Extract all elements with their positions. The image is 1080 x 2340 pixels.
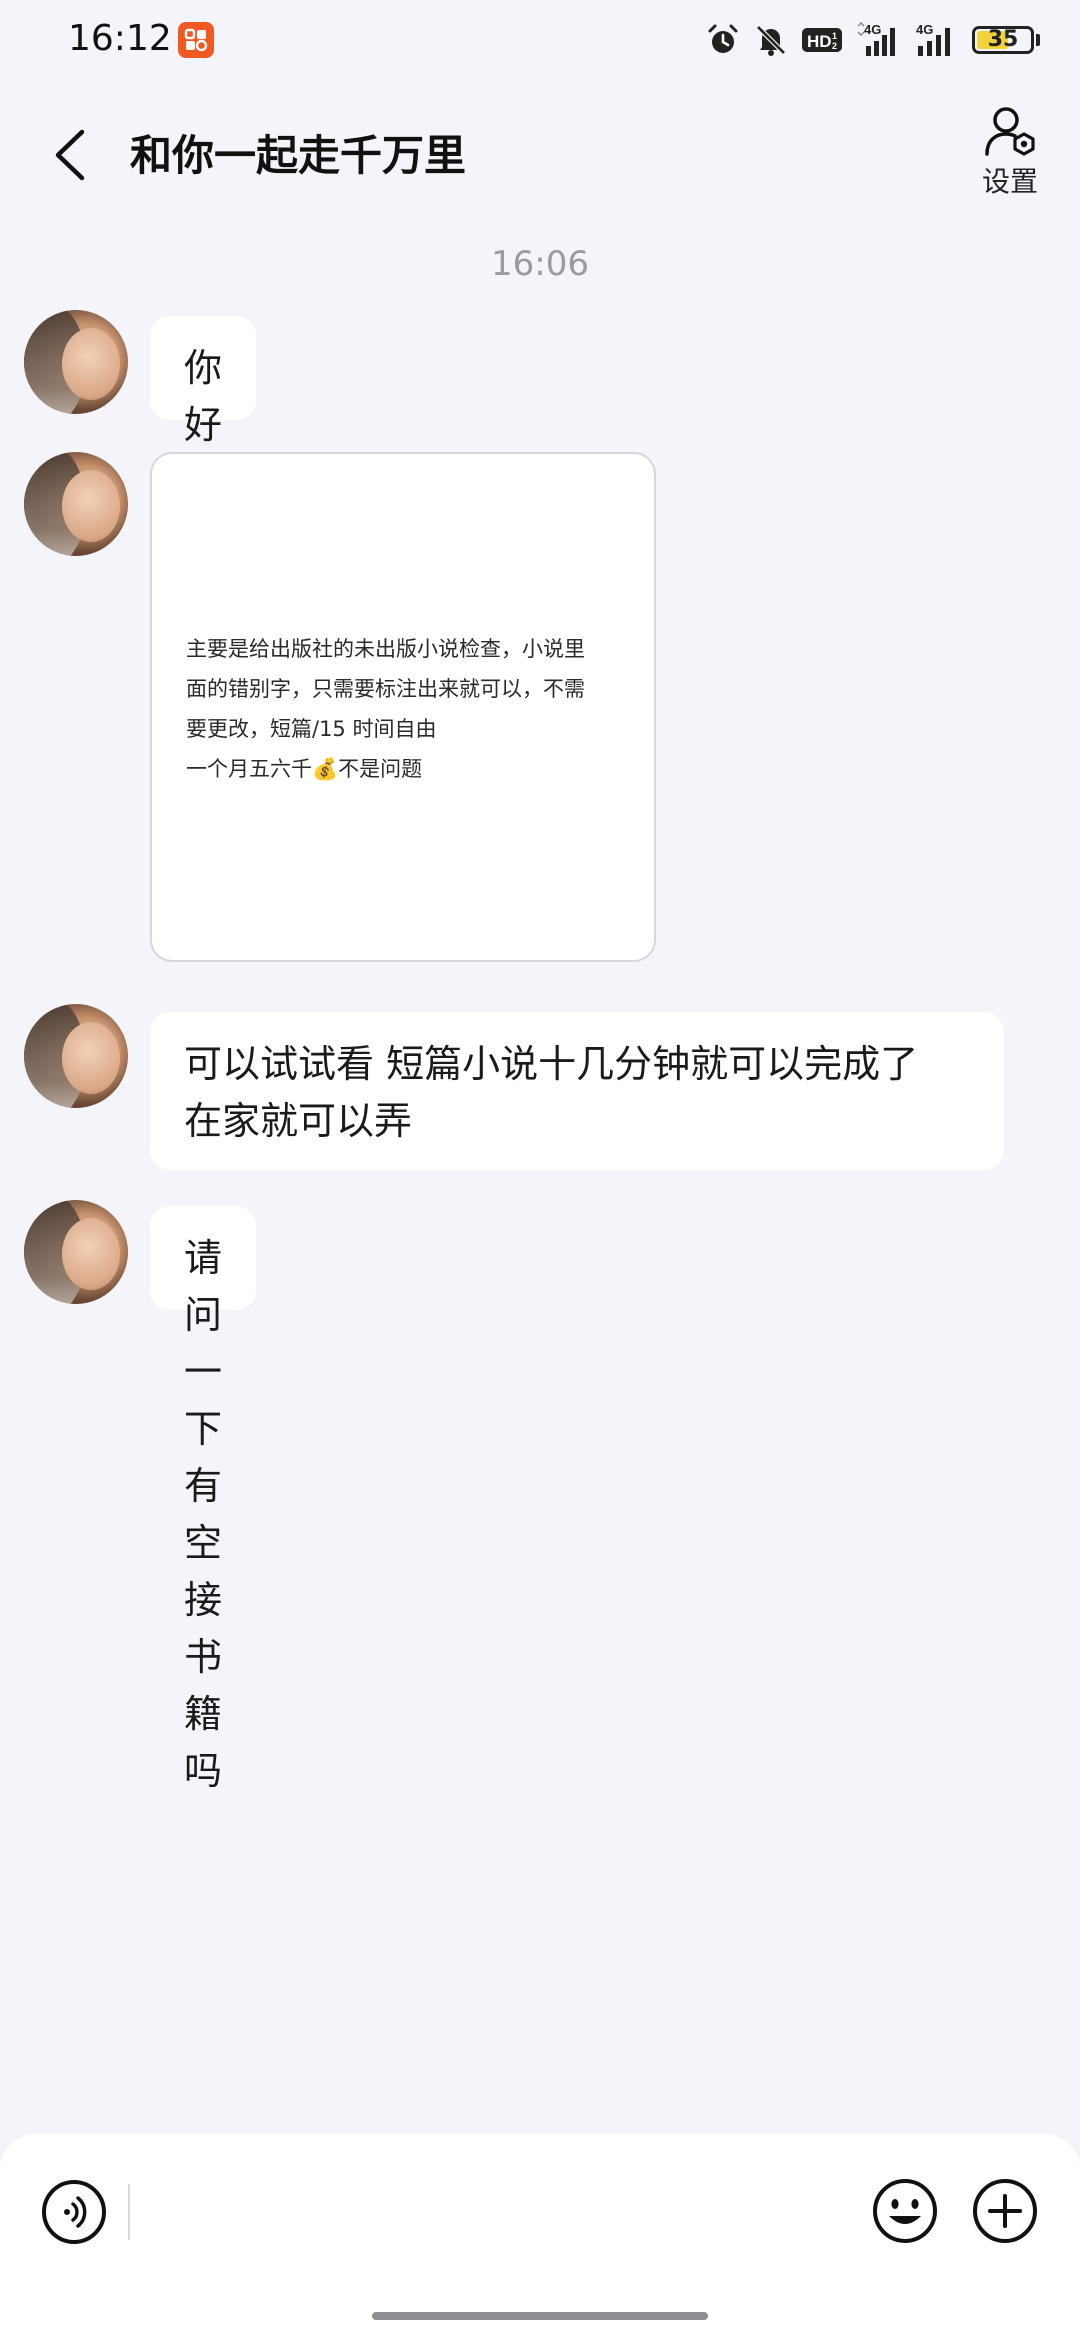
alarm-icon (708, 24, 738, 53)
signal-4g-icon: 4G (916, 22, 950, 56)
svg-text:4G: 4G (864, 22, 881, 37)
back-arrow-icon (55, 129, 85, 181)
avatar[interactable] (24, 452, 128, 556)
hd-icon: HD 1 2 (802, 28, 842, 52)
avatar[interactable] (24, 1200, 128, 1304)
image-text-line: 一个月五六千💰不是问题 (186, 757, 423, 781)
message-bubble[interactable]: 可以试试看 短篇小说十几分钟就可以完成了 在家就可以弄 (150, 1012, 1004, 1170)
svg-text:HD: HD (807, 32, 832, 51)
voice-icon (64, 2196, 87, 2228)
message-text-line: 可以试试看 短篇小说十几分钟就可以完成了 (184, 1042, 919, 1086)
chat-timestamp: 16:06 (491, 244, 589, 284)
message-bubble[interactable]: 请问一下 有空接书籍吗 (150, 1206, 257, 1793)
input-bar (0, 2134, 1080, 2340)
battery-tip (1036, 34, 1040, 46)
app-badge-icon (178, 22, 214, 58)
plus-button[interactable] (972, 2178, 1038, 2244)
battery-icon: 35 (972, 26, 1034, 54)
voice-button[interactable] (42, 2180, 106, 2244)
emoji-icon (873, 2179, 937, 2243)
status-icons: HD 1 2 4G 4G 35 (706, 20, 1040, 60)
back-button[interactable] (40, 120, 100, 190)
image-message-text: 主要是给出版社的未出版小说检查，小说里 面的错别字，只需要标注出来就可以，不需 … (186, 629, 626, 789)
image-text-line: 要更改，短篇/15 时间自由 (186, 717, 437, 741)
home-indicator (372, 2312, 708, 2320)
message-bubble[interactable]: 你好呀 (150, 316, 257, 504)
chat-header: 和你一起走千万里 设置 (0, 80, 1080, 230)
chat-title: 和你一起走千万里 (130, 131, 467, 180)
status-time: 16:12 (68, 18, 172, 59)
mute-bell-icon (756, 25, 786, 56)
image-text-line: 面的错别字，只需要标注出来就可以，不需 (186, 677, 585, 701)
message-text-line: 在家就可以弄 (184, 1099, 413, 1143)
svg-text:4G: 4G (916, 22, 933, 37)
settings-label: 设置 (981, 165, 1038, 198)
emoji-button[interactable] (872, 2178, 938, 2244)
image-message[interactable]: 主要是给出版社的未出版小说检查，小说里 面的错别字，只需要标注出来就可以，不需 … (150, 452, 656, 962)
battery-level: 35 (987, 27, 1019, 52)
user-settings-icon (985, 107, 1035, 156)
message-input[interactable] (128, 2184, 130, 2240)
status-bar: 16:12 HD 1 2 4G 4G 35 (0, 0, 1080, 80)
svg-text:2: 2 (832, 41, 837, 51)
plus-icon (973, 2179, 1037, 2243)
message-text: 请问一下 有空接书籍吗 (184, 1236, 223, 1793)
image-text-line: 主要是给出版社的未出版小说检查，小说里 (186, 637, 585, 661)
signal-4g-icon: 4G (857, 22, 895, 56)
svg-text:1: 1 (832, 31, 837, 41)
avatar[interactable] (24, 1004, 128, 1108)
settings-button[interactable]: 设置 (970, 104, 1050, 200)
avatar[interactable] (24, 310, 128, 414)
